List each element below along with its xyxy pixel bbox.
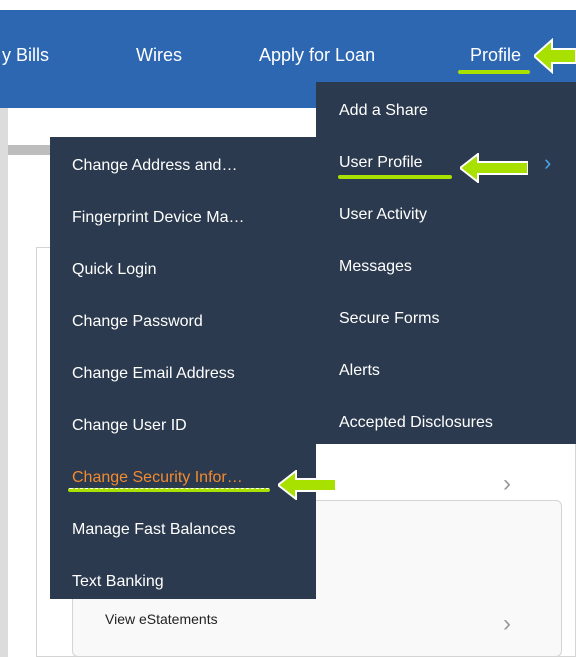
menu-item-change-user-id[interactable]: Change User ID [72,417,187,435]
menu-item-fingerprint-device[interactable]: Fingerprint Device Ma… [72,209,245,227]
user-profile-submenu: Change Address and… Fingerprint Device M… [50,137,316,599]
menu-item-user-activity[interactable]: User Activity [339,206,427,224]
menu-item-manage-fast-balances[interactable]: Manage Fast Balances [72,521,236,539]
menu-item-text-banking[interactable]: Text Banking [72,573,164,591]
menu-item-quick-login[interactable]: Quick Login [72,261,157,279]
profile-dropdown-menu: Add a Share User Profile User Activity M… [316,82,576,444]
nav-wires[interactable]: Wires [136,45,182,66]
chevron-right-icon[interactable]: › [503,610,511,638]
view-estatements-link[interactable]: View eStatements [105,611,218,627]
nav-apply-for-loan[interactable]: Apply for Loan [259,45,375,66]
menu-item-change-security-info[interactable]: Change Security Infor… [72,469,243,487]
menu-item-messages[interactable]: Messages [339,258,412,276]
profile-highlight-underline [458,70,530,74]
green-arrow-left-icon [460,153,528,183]
green-arrow-left-icon [278,470,336,500]
security-info-highlight-underline [68,488,270,492]
menu-item-alerts[interactable]: Alerts [339,362,380,380]
left-edge [0,108,8,657]
menu-item-add-a-share[interactable]: Add a Share [339,102,428,120]
menu-item-secure-forms[interactable]: Secure Forms [339,310,439,328]
nav-profile[interactable]: Profile [470,45,521,66]
nav-pay-bills[interactable]: y Bills [2,45,49,66]
menu-item-accepted-disclosures[interactable]: Accepted Disclosures [339,414,493,432]
green-arrow-left-icon [534,38,576,74]
chevron-right-icon: › [544,150,552,175]
chevron-right-icon[interactable]: › [503,470,511,498]
user-profile-highlight-underline [338,175,452,179]
menu-item-user-profile[interactable]: User Profile [339,154,423,172]
menu-item-change-password[interactable]: Change Password [72,313,203,331]
menu-item-change-address[interactable]: Change Address and… [72,157,237,175]
top-border [0,0,576,10]
menu-item-change-email[interactable]: Change Email Address [72,365,235,383]
